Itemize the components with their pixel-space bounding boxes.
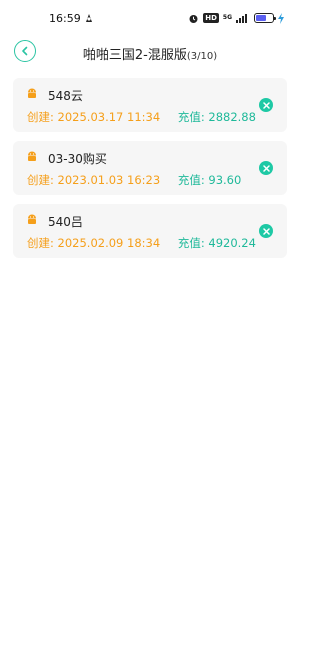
recharge-label: 充值: [177, 173, 205, 187]
delete-account-button[interactable] [259, 224, 273, 238]
battery-level [256, 15, 266, 21]
notification-app-icon [86, 14, 92, 22]
android-icon [28, 214, 36, 224]
recharge-amount: 4920.24 [208, 236, 256, 250]
account-card[interactable]: 540吕 创建: 2025.02.09 18:34 充值: 4920.24 [13, 204, 287, 258]
delete-account-button[interactable] [259, 161, 273, 175]
close-icon [262, 164, 270, 172]
created-label: 创建: [27, 236, 54, 250]
signal-icon [236, 14, 247, 23]
status-bar: 16:59 HD 5G [0, 0, 300, 36]
recharge-label: 充值: [177, 236, 205, 250]
recharge-amount: 2882.88 [208, 110, 256, 124]
recharge-amount: 93.60 [208, 173, 242, 187]
recharge-label: 充值: [177, 110, 205, 124]
account-card[interactable]: 03-30购买 创建: 2023.01.03 16:23 充值: 93.60 [13, 141, 287, 195]
account-meta: 创建: 2025.02.09 18:34 充值: 4920.24 [27, 235, 256, 251]
account-meta: 创建: 2025.03.17 11:34 充值: 2882.88 [27, 109, 256, 125]
android-icon [28, 151, 36, 161]
page-header: 啪啪三国2-混服版(3/10) [0, 36, 300, 68]
account-count: (3/10) [186, 51, 218, 62]
account-name: 548云 [48, 89, 83, 103]
created-date: 2025.02.09 18:34 [57, 236, 161, 250]
network-type: 5G [222, 14, 232, 21]
status-time: 16:59 [49, 12, 81, 25]
created-label: 创建: [27, 173, 54, 187]
account-meta: 创建: 2023.01.03 16:23 充值: 93.60 [27, 172, 241, 188]
close-icon [262, 227, 270, 235]
charging-bolt-icon [278, 12, 284, 24]
account-list: 548云 创建: 2025.03.17 11:34 充值: 2882.88 03… [13, 78, 287, 267]
alarm-icon [189, 14, 198, 23]
status-icons: HD 5G [188, 11, 284, 25]
battery-icon [254, 13, 276, 23]
page-title-text: 啪啪三国2-混服版 [82, 48, 187, 63]
created-date: 2025.03.17 11:34 [57, 110, 161, 124]
account-card[interactable]: 548云 创建: 2025.03.17 11:34 充值: 2882.88 [13, 78, 287, 132]
android-icon [28, 88, 36, 98]
account-name: 540吕 [48, 215, 83, 229]
delete-account-button[interactable] [259, 98, 273, 112]
account-name: 03-30购买 [48, 152, 107, 166]
close-icon [262, 101, 270, 109]
created-date: 2023.01.03 16:23 [57, 173, 161, 187]
hd-badge: HD [203, 13, 219, 23]
created-label: 创建: [27, 110, 54, 124]
page-title: 啪啪三国2-混服版(3/10) [0, 44, 300, 63]
